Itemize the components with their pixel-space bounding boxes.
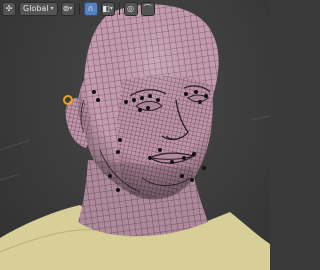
separator: [118, 3, 120, 15]
snap-target-button[interactable]: ◧ ▾: [100, 2, 115, 16]
proportional-edit-icon: ◎: [127, 4, 135, 13]
falloff-curve-icon: ⌒: [143, 4, 152, 13]
transform-orientation-icon-button[interactable]: ✣: [2, 2, 16, 16]
orientation-label: Global: [23, 4, 49, 13]
viewport-header: ✣ Global ▾ ⊚ ▾ ∩ ◧ ▾ ◎ ⌒: [0, 0, 270, 18]
snap-target-icon: ◧: [102, 4, 110, 13]
pivot-point-icon: ⊚: [62, 4, 70, 13]
3d-viewport[interactable]: ✣ Global ▾ ⊚ ▾ ∩ ◧ ▾ ◎ ⌒: [0, 0, 270, 270]
snap-magnet-icon: ∩: [87, 4, 94, 13]
chevron-down-icon: ▾: [69, 5, 73, 12]
chevron-down-icon: ▾: [50, 5, 54, 12]
separator: [78, 3, 80, 15]
proportional-edit-button[interactable]: ◎: [123, 2, 138, 16]
proportional-falloff-button[interactable]: ⌒: [140, 2, 155, 16]
head-mesh-render[interactable]: [0, 0, 270, 270]
chevron-down-icon: ▾: [109, 5, 113, 12]
transform-orientation-dropdown[interactable]: Global ▾: [19, 2, 58, 16]
axes-icon: ✣: [5, 4, 13, 13]
pivot-point-button[interactable]: ⊚ ▾: [60, 2, 75, 16]
ear-ring: [63, 95, 73, 105]
snap-toggle-button[interactable]: ∩: [83, 2, 98, 16]
